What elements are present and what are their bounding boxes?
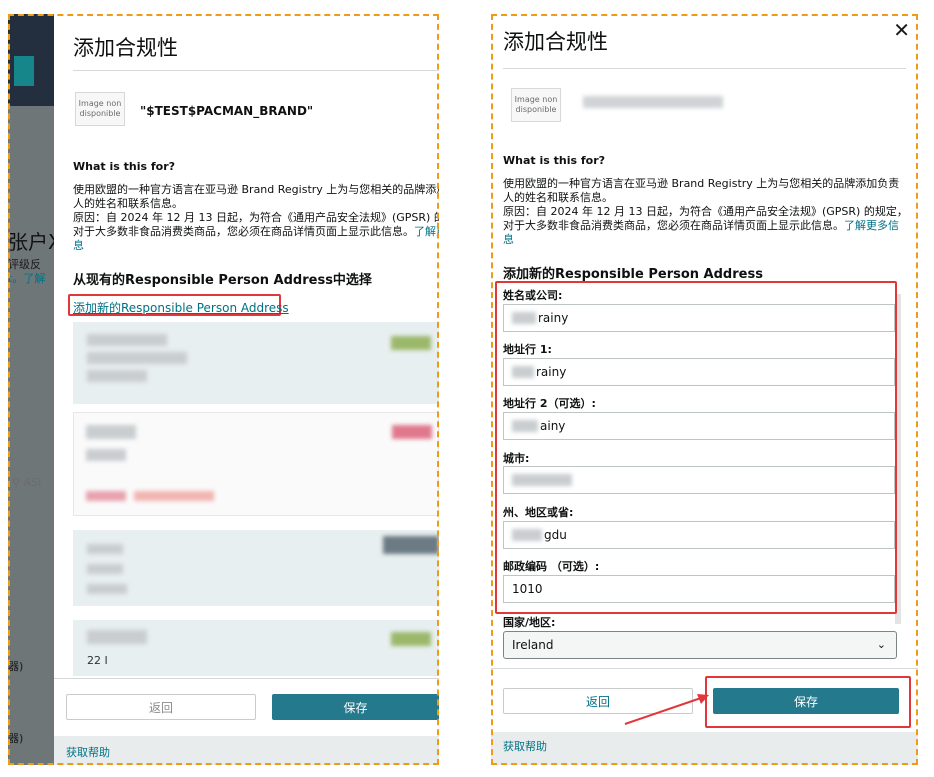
description: 使用欧盟的一种官方语言在亚马逊 Brand Registry 上为与您相关的品牌…: [73, 183, 439, 253]
description: 使用欧盟的一种官方语言在亚马逊 Brand Registry 上为与您相关的品牌…: [503, 177, 913, 247]
blurred-text: [87, 564, 123, 574]
description-line: 使用欧盟的一种官方语言在亚马逊 Brand Registry 上为与您相关的品牌…: [73, 183, 439, 196]
title-divider: [503, 68, 906, 69]
dialog-title: 添加合规性: [503, 30, 608, 54]
blurred-text: [87, 352, 187, 364]
get-help-link[interactable]: 获取帮助: [503, 738, 547, 754]
left-screenshot-panel: 张户X 评级反 t。了解 ⚲ ASI 器) 器) 添加合规性 Image non…: [8, 14, 439, 765]
card-text-fragment: 22 I: [87, 654, 108, 667]
footer-divider: [54, 678, 439, 679]
blurred-text: [87, 334, 167, 346]
address-card[interactable]: [73, 412, 439, 516]
learn-more-link-cont[interactable]: 息: [73, 239, 439, 253]
annotation-arrow-icon: [624, 694, 709, 725]
background-link-fragment: t。了解: [8, 272, 46, 285]
country-label: 国家/地区:: [503, 616, 556, 629]
background-teal-button: [14, 56, 34, 86]
description-line: 人的姓名和联系信息。: [73, 197, 183, 210]
annotation-highlight-box: [495, 281, 897, 614]
footer-bar: [491, 732, 918, 765]
address-card[interactable]: [73, 322, 439, 404]
footer-bar: [54, 736, 439, 765]
chevron-down-icon: ⌄: [876, 638, 886, 651]
close-icon[interactable]: ✕: [893, 18, 910, 42]
description-line: 对于大多数非食品消费类商品，您必须在商品详情页面上显示此信息。了解更: [73, 225, 439, 239]
description-line: 使用欧盟的一种官方语言在亚马逊 Brand Registry 上为与您相关的品牌…: [503, 177, 900, 190]
brand-name: "$TEST$PACMAN_BRAND": [140, 104, 314, 118]
learn-more-link-cont[interactable]: 息: [503, 233, 913, 247]
blurred-text: [86, 491, 126, 501]
blurred-brand-name: [583, 96, 723, 108]
description-line: 对于大多数非食品消费类商品，您必须在商品详情页面上显示此信息。了解更多信: [503, 219, 899, 232]
blurred-badge: [391, 632, 431, 646]
country-select[interactable]: Ireland ⌄: [503, 631, 897, 659]
blurred-text: [86, 425, 136, 439]
blurred-text: [87, 544, 123, 554]
blurred-text: [87, 584, 127, 594]
get-help-link[interactable]: 获取帮助: [66, 744, 110, 760]
blurred-badge: [392, 425, 432, 439]
description-line: 原因：自 2024 年 12 月 13 日起，为符合《通用产品安全法规》(GPS…: [73, 211, 439, 224]
learn-more-link[interactable]: 了解更: [414, 225, 439, 238]
what-is-this-heading: What is this for?: [73, 160, 176, 173]
description-line: 人的姓名和联系信息。: [503, 191, 613, 204]
footer-divider: [491, 668, 918, 669]
add-new-address-heading: 添加新的Responsible Person Address: [503, 267, 763, 282]
select-existing-heading: 从现有的Responsible Person Address中选择: [73, 273, 372, 288]
blurred-text: [86, 449, 126, 461]
blurred-text: [87, 370, 147, 382]
brand-image-placeholder: Image non disponible: [511, 88, 561, 122]
blurred-text: [134, 491, 214, 501]
blurred-text: [87, 630, 147, 644]
add-new-address-link[interactable]: 添加新的Responsible Person Address: [73, 299, 289, 316]
address-card[interactable]: 22 I: [73, 620, 439, 676]
save-button[interactable]: 保存: [272, 694, 439, 720]
title-divider: [73, 70, 439, 71]
annotation-highlight-box: [705, 676, 911, 728]
learn-more-link[interactable]: 了解更多信: [844, 219, 899, 232]
background-search-fragment: ⚲ ASI: [12, 476, 42, 489]
brand-image-placeholder: Image non disponible: [75, 92, 125, 126]
blurred-badge: [383, 536, 439, 554]
search-icon: ⚲: [12, 476, 21, 489]
background-page: [8, 14, 54, 765]
dialog-title: 添加合规性: [73, 36, 178, 60]
background-text-fragment-3: 器): [8, 732, 24, 745]
blurred-badge: [391, 336, 431, 350]
add-compliance-dialog: 添加合规性 Image non disponible "$TEST$PACMAN…: [54, 14, 439, 765]
background-text-fragment-2: 器): [8, 660, 24, 673]
address-card[interactable]: [73, 530, 439, 606]
back-button[interactable]: 返回: [66, 694, 256, 720]
what-is-this-heading: What is this for?: [503, 154, 606, 167]
description-line: 原因：自 2024 年 12 月 13 日起，为符合《通用产品安全法规》(GPS…: [503, 205, 908, 218]
right-screenshot-panel: 添加合规性 ✕ Image non disponible What is thi…: [491, 14, 918, 765]
